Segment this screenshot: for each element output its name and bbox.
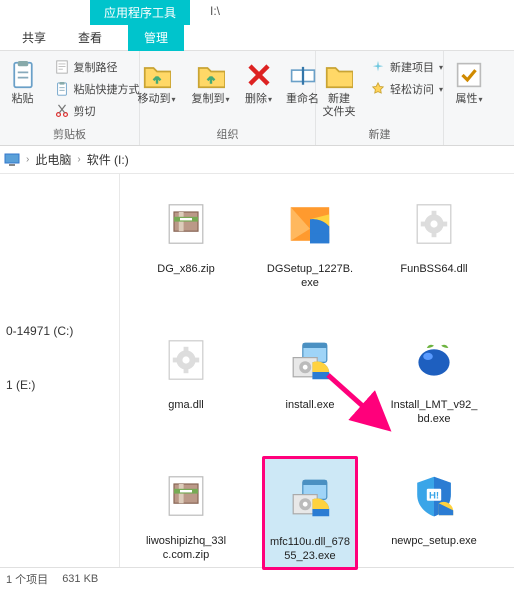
breadcrumb[interactable]: › 此电脑 › 软件 (I:) [0,146,514,174]
nav-pane[interactable]: 0-14971 (C:) 1 (E:) [0,174,120,567]
cut-button[interactable]: 剪切 [54,101,140,121]
copy-path-label: 复制路径 [74,59,118,75]
file-item[interactable]: newpc_setup.exe [386,456,482,570]
status-selection: 1 个项目 [6,571,48,587]
move-to-label: 移动到 [137,93,170,105]
move-to-button[interactable]: 移动到▾ [134,55,180,106]
copy-path-button[interactable]: 复制路径 [54,57,140,77]
nav-drive-c[interactable]: 0-14971 (C:) [6,324,119,338]
tab-view[interactable]: 查看 [62,24,118,51]
dll-icon [154,328,218,392]
status-bar: 1 个项目 631 KB [0,567,514,589]
move-icon [141,59,173,91]
file-item[interactable]: mfc110u.dll_67855_23.exe [262,456,358,570]
zip-icon [154,192,218,256]
file-name: mfc110u.dll_67855_23.exe [267,535,353,563]
dll-icon [402,192,466,256]
file-name: DG_x86.zip [157,262,214,276]
tab-share[interactable]: 共享 [6,24,62,51]
copy-to-icon [195,59,227,91]
group-organize-label: 组织 [148,124,307,145]
properties-label: 属性 [455,93,477,105]
new-item-label: 新建项目 [390,59,434,75]
rename-label: 重命名 [286,93,319,106]
monitor-icon [4,153,20,167]
file-name: gma.dll [168,398,203,412]
file-name: install.exe [286,398,335,412]
paste-shortcut-label: 粘贴快捷方式 [74,81,140,97]
copy-to-label: 复制到 [191,93,224,105]
file-item[interactable]: DGSetup_1227B.exe [262,184,358,296]
window-title: I:\ [190,0,234,25]
file-name: FunBSS64.dll [400,262,467,276]
installer-icon [278,465,342,529]
installer-icon [278,328,342,392]
setup-orange-icon [278,192,342,256]
group-properties: 属性▾ [444,51,494,145]
delete-label: 删除 [245,93,267,105]
paste-icon [7,59,39,91]
file-item[interactable]: Install_LMT_v92_bd.exe [386,320,482,432]
new-item-icon [370,59,386,75]
file-item[interactable]: install.exe [262,320,358,432]
delete-button[interactable]: 删除▾ [242,55,276,106]
easy-access-label: 轻松访问 [390,81,434,97]
file-name: DGSetup_1227B.exe [266,262,354,290]
new-folder-label: 新建 文件夹 [323,93,356,119]
group-new-label: 新建 [324,124,435,145]
file-name: liwoshipizhq_33lc.com.zip [142,534,230,562]
group-new: 新建 文件夹 新建项目▾ 轻松访问▾ 新建 [316,51,444,145]
crumb-drive[interactable]: 软件 (I:) [87,151,129,168]
title-tabs: 应用程序工具 I:\ [0,0,514,25]
copy-to-button[interactable]: 复制到▾ [188,55,234,106]
easy-access-icon [370,81,386,97]
file-name: newpc_setup.exe [391,534,477,548]
easy-access-button[interactable]: 轻松访问▾ [370,79,443,99]
folder-icon [323,59,355,91]
group-clipboard-label: 剪贴板 [8,124,131,145]
zip-icon [154,464,218,528]
rename-icon [287,59,319,91]
new-folder-button[interactable]: 新建 文件夹 [316,55,362,119]
shield-h-icon [402,464,466,528]
file-name: Install_LMT_v92_bd.exe [390,398,478,426]
file-item[interactable]: liwoshipizhq_33lc.com.zip [138,456,234,570]
cut-label: 剪切 [74,103,96,119]
properties-button[interactable]: 属性▾ [449,55,489,106]
nav-drive-e[interactable]: 1 (E:) [6,378,119,392]
tab-manage[interactable]: 管理 [128,24,184,51]
group-organize: 移动到▾ 复制到▾ 删除▾ 重命名 组织 [140,51,316,145]
file-item[interactable]: FunBSS64.dll [386,184,482,296]
contextual-tab[interactable]: 应用程序工具 [90,0,190,25]
file-item[interactable]: gma.dll [138,320,234,432]
paste-label: 粘贴 [12,93,34,106]
properties-icon [453,59,485,91]
blue-app-icon [402,328,466,392]
chevron-right-icon: › [77,154,80,165]
paste-shortcut-button[interactable]: 粘贴快捷方式 [54,79,140,99]
shortcut-icon [54,81,70,97]
ribbon-tabs: 共享 查看 管理 [0,25,514,51]
group-clipboard: 粘贴 复制路径 粘贴快捷方式 剪切 剪贴板 [0,51,140,145]
crumb-this-pc[interactable]: 此电脑 [35,151,71,168]
file-item[interactable]: DG_x86.zip [138,184,234,296]
path-icon [54,59,70,75]
chevron-right-icon: › [26,154,29,165]
paste-button[interactable]: 粘贴 [0,55,46,106]
cut-icon [54,103,70,119]
file-list[interactable]: DG_x86.zip DGSetup_1227B.exe FunBSS64.dll g… [120,174,514,567]
ribbon: 粘贴 复制路径 粘贴快捷方式 剪切 剪贴板 移动到▾ 复制到▾ 删除▾ [0,51,514,146]
new-item-button[interactable]: 新建项目▾ [370,57,443,77]
delete-icon [243,59,275,91]
status-size: 631 KB [62,573,98,585]
